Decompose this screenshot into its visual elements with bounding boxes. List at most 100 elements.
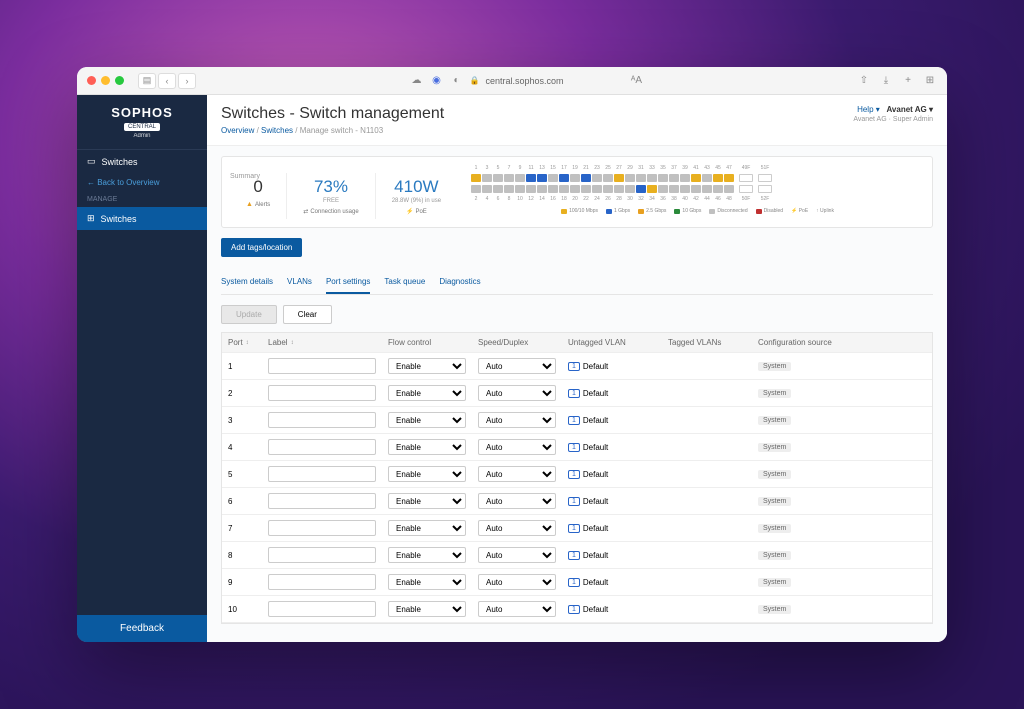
- port-icon[interactable]: [724, 185, 734, 193]
- speed-select[interactable]: Auto: [478, 358, 556, 374]
- port-icon[interactable]: [636, 185, 646, 193]
- minimize-icon[interactable]: [101, 76, 110, 85]
- sidebar-item-manage-switches[interactable]: ⊞ Switches: [77, 207, 207, 230]
- maximize-icon[interactable]: [115, 76, 124, 85]
- help-menu[interactable]: Help ▾: [857, 105, 880, 114]
- port-icon[interactable]: [691, 174, 701, 182]
- speed-select[interactable]: Auto: [478, 601, 556, 617]
- port-icon[interactable]: [548, 174, 558, 182]
- flow-select[interactable]: Enable: [388, 439, 466, 455]
- address-bar[interactable]: central.sophos.com: [485, 76, 563, 86]
- vlan-badge[interactable]: 1: [568, 389, 580, 398]
- speed-select[interactable]: Auto: [478, 547, 556, 563]
- port-icon[interactable]: [647, 174, 657, 182]
- speed-select[interactable]: Auto: [478, 439, 556, 455]
- label-input[interactable]: [268, 412, 376, 428]
- crumb-overview[interactable]: Overview: [221, 126, 254, 135]
- port-icon[interactable]: [592, 174, 602, 182]
- port-icon[interactable]: [581, 174, 591, 182]
- port-icon[interactable]: [625, 174, 635, 182]
- sfp-port-icon[interactable]: [739, 185, 753, 193]
- tab-vlans[interactable]: VLANs: [287, 271, 312, 294]
- vlan-badge[interactable]: 1: [568, 605, 580, 614]
- port-icon[interactable]: [581, 185, 591, 193]
- flow-select[interactable]: Enable: [388, 574, 466, 590]
- col-speed[interactable]: Speed/Duplex: [472, 333, 562, 352]
- port-icon[interactable]: [603, 174, 613, 182]
- speed-select[interactable]: Auto: [478, 520, 556, 536]
- sfp-port-icon[interactable]: [758, 185, 772, 193]
- label-input[interactable]: [268, 547, 376, 563]
- port-icon[interactable]: [658, 174, 668, 182]
- label-input[interactable]: [268, 574, 376, 590]
- back-to-overview-link[interactable]: ← Back to Overview: [77, 173, 207, 192]
- tabs-icon[interactable]: ⊞: [923, 74, 937, 88]
- label-input[interactable]: [268, 466, 376, 482]
- flow-select[interactable]: Enable: [388, 385, 466, 401]
- label-input[interactable]: [268, 520, 376, 536]
- speed-select[interactable]: Auto: [478, 385, 556, 401]
- share-icon[interactable]: ⇧: [857, 74, 871, 88]
- forward-button[interactable]: ›: [178, 73, 196, 89]
- vlan-badge[interactable]: 1: [568, 524, 580, 533]
- flow-select[interactable]: Enable: [388, 547, 466, 563]
- add-tags-button[interactable]: Add tags/location: [221, 238, 302, 257]
- col-tvlan[interactable]: Tagged VLANs: [662, 333, 752, 352]
- vlan-badge[interactable]: 1: [568, 416, 580, 425]
- tab-task-queue[interactable]: Task queue: [384, 271, 425, 294]
- vlan-badge[interactable]: 1: [568, 443, 580, 452]
- shield-icon[interactable]: ◉: [429, 74, 443, 88]
- port-icon[interactable]: [471, 185, 481, 193]
- tab-port-settings[interactable]: Port settings: [326, 271, 370, 294]
- tab-system-details[interactable]: System details: [221, 271, 273, 294]
- port-icon[interactable]: [515, 174, 525, 182]
- col-conf[interactable]: Configuration source: [752, 333, 932, 352]
- port-icon[interactable]: [614, 174, 624, 182]
- port-icon[interactable]: [548, 185, 558, 193]
- port-icon[interactable]: [482, 174, 492, 182]
- crumb-switches[interactable]: Switches: [261, 126, 293, 135]
- vlan-badge[interactable]: 1: [568, 470, 580, 479]
- sfp-port-icon[interactable]: [758, 174, 772, 182]
- port-icon[interactable]: [570, 174, 580, 182]
- col-port[interactable]: Port↕: [222, 333, 262, 352]
- port-icon[interactable]: [559, 185, 569, 193]
- port-icon[interactable]: [669, 174, 679, 182]
- speed-select[interactable]: Auto: [478, 574, 556, 590]
- close-icon[interactable]: [87, 76, 96, 85]
- port-icon[interactable]: [603, 185, 613, 193]
- speed-select[interactable]: Auto: [478, 412, 556, 428]
- feedback-button[interactable]: Feedback: [77, 615, 207, 642]
- tab-diagnostics[interactable]: Diagnostics: [439, 271, 480, 294]
- port-icon[interactable]: [691, 185, 701, 193]
- reader-icon[interactable]: ◐: [449, 74, 463, 88]
- port-icon[interactable]: [537, 174, 547, 182]
- vlan-badge[interactable]: 1: [568, 578, 580, 587]
- port-icon[interactable]: [570, 185, 580, 193]
- port-icon[interactable]: [713, 174, 723, 182]
- flow-select[interactable]: Enable: [388, 601, 466, 617]
- port-icon[interactable]: [592, 185, 602, 193]
- port-icon[interactable]: [504, 185, 514, 193]
- port-icon[interactable]: [493, 185, 503, 193]
- speed-select[interactable]: Auto: [478, 493, 556, 509]
- col-flow[interactable]: Flow control: [382, 333, 472, 352]
- port-icon[interactable]: [471, 174, 481, 182]
- flow-select[interactable]: Enable: [388, 466, 466, 482]
- label-input[interactable]: [268, 601, 376, 617]
- port-icon[interactable]: [680, 174, 690, 182]
- port-icon[interactable]: [504, 174, 514, 182]
- vlan-badge[interactable]: 1: [568, 551, 580, 560]
- port-icon[interactable]: [515, 185, 525, 193]
- flow-select[interactable]: Enable: [388, 358, 466, 374]
- port-icon[interactable]: [658, 185, 668, 193]
- port-icon[interactable]: [537, 185, 547, 193]
- port-icon[interactable]: [526, 185, 536, 193]
- vlan-badge[interactable]: 1: [568, 497, 580, 506]
- col-uvlan[interactable]: Untagged VLAN: [562, 333, 662, 352]
- port-icon[interactable]: [636, 174, 646, 182]
- port-icon[interactable]: [669, 185, 679, 193]
- port-icon[interactable]: [713, 185, 723, 193]
- back-button[interactable]: ‹: [158, 73, 176, 89]
- port-icon[interactable]: [724, 174, 734, 182]
